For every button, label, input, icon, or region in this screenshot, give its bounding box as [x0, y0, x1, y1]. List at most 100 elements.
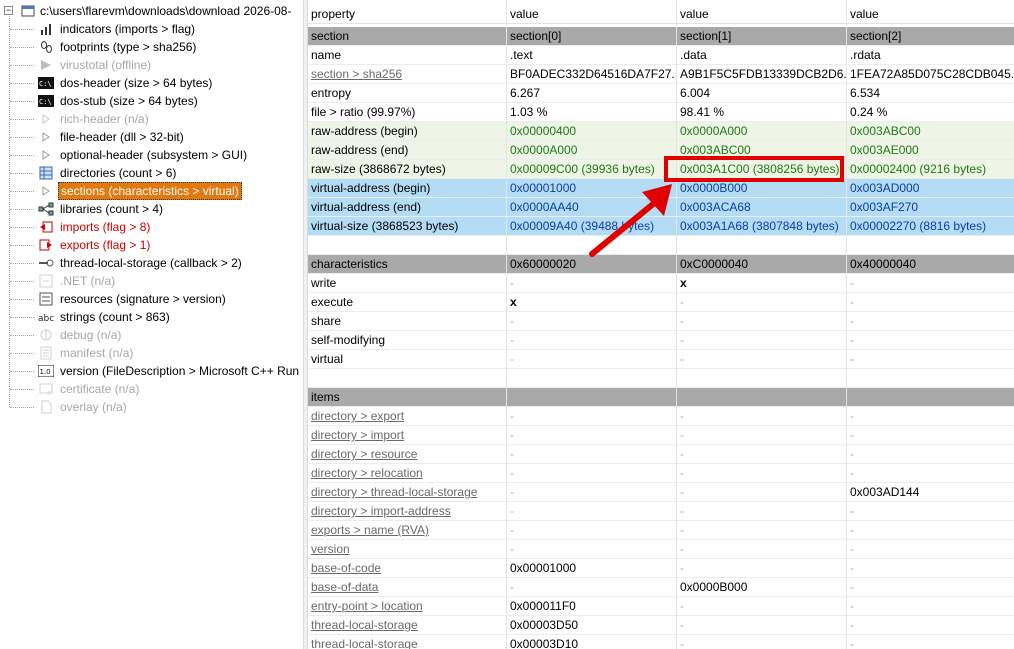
table-row[interactable]: directory > import-address - - - — [308, 502, 1014, 521]
tree-item[interactable]: debug (n/a) — [0, 326, 303, 344]
tree-item[interactable]: C:\ dos-header (size > 64 bytes) — [0, 74, 303, 92]
tree-item[interactable]: thread-local-storage (callback > 2) — [0, 254, 303, 272]
tree-item[interactable]: imports (flag > 8) — [0, 218, 303, 236]
property-cell[interactable]: directory > export — [308, 407, 506, 426]
table-row[interactable]: directory > thread-local-storage - -0x003A… — [308, 483, 1014, 502]
tree-item[interactable]: 1.0 version (FileDescription > Microsoft … — [0, 362, 303, 380]
table-row[interactable] — [308, 236, 1014, 255]
export-icon — [38, 237, 54, 253]
table-row[interactable]: share - - - — [308, 312, 1014, 331]
table-row[interactable]: virtual-address (end) 0x0000AA40 0x003ACA6… — [308, 198, 1014, 217]
table-row[interactable]: directory > resource - - - — [308, 445, 1014, 464]
tree-item[interactable]: virustotal (offline) — [0, 56, 303, 74]
tree-connector-line — [10, 65, 34, 66]
column-header[interactable]: value — [847, 5, 1014, 24]
table-row[interactable]: virtual-size (3868523 bytes) 0x00009A40 (… — [308, 217, 1014, 236]
tree-connector-line — [10, 353, 34, 354]
tree-item[interactable]: directories (count > 6) — [0, 164, 303, 182]
property-cell[interactable]: base-of-data — [308, 578, 506, 597]
tree-item[interactable]: exports (flag > 1) — [0, 236, 303, 254]
table-row[interactable]: raw-address (begin) 0x00000400 0x0000A000 0… — [308, 122, 1014, 141]
tree-root[interactable]: − c:\users\flarevm\downloads\download 20… — [0, 2, 303, 20]
tree-item[interactable]: certificate (n/a) — [0, 380, 303, 398]
tree-item-label: dos-stub (size > 64 bytes) — [60, 94, 198, 108]
property-cell[interactable]: directory > resource — [308, 445, 506, 464]
value-cell: - — [850, 523, 854, 537]
tree-item[interactable]: overlay (n/a) — [0, 398, 303, 416]
table-row[interactable]: directory > relocation - - - — [308, 464, 1014, 483]
tree-item-label: manifest (n/a) — [60, 346, 134, 360]
property-cell[interactable]: base-of-code — [308, 559, 506, 578]
table-row[interactable]: thread-local-storage 0x00003D50 - - — [308, 616, 1014, 635]
file-icon — [20, 3, 36, 19]
value-cell: - — [680, 466, 684, 480]
tree-item[interactable]: indicators (imports > flag) — [0, 20, 303, 38]
table-row[interactable]: raw-size (3868672 bytes) 0x00009C00 (3993… — [308, 160, 1014, 179]
tree-connector-line — [10, 389, 34, 390]
value-cell: - — [680, 409, 684, 423]
column-header[interactable]: value — [677, 5, 846, 24]
tree-item[interactable]: optional-header (subsystem > GUI) — [0, 146, 303, 164]
value-cell: 0x00001000 — [510, 181, 577, 195]
value-cell: - — [850, 276, 854, 290]
value-cell: - — [850, 637, 854, 649]
value-cell — [507, 369, 676, 388]
table-row[interactable]: exports > name (RVA) - - - — [308, 521, 1014, 540]
tree-item[interactable]: sections (characteristics > virtual) — [0, 182, 303, 200]
table-row[interactable]: raw-address (end) 0x0000A000 0x003ABC00 0x0… — [308, 141, 1014, 160]
properties-grid: property value value value section section[0]… — [308, 0, 1014, 649]
tree-item[interactable]: C:\ dos-stub (size > 64 bytes) — [0, 92, 303, 110]
tree-item[interactable]: manifest (n/a) — [0, 344, 303, 362]
property-cell[interactable]: directory > thread-local-storage — [308, 483, 506, 502]
property-cell[interactable]: directory > import — [308, 426, 506, 445]
table-row[interactable]: execute x - - — [308, 293, 1014, 312]
table-row[interactable]: base-of-code 0x00001000 - - — [308, 559, 1014, 578]
column-header[interactable]: value — [507, 5, 676, 24]
property-cell[interactable]: section > sha256 — [308, 65, 506, 84]
property-cell[interactable]: exports > name (RVA) — [308, 521, 506, 540]
tree-item-label: certificate (n/a) — [60, 382, 140, 396]
tree-item[interactable]: footprints (type > sha256) — [0, 38, 303, 56]
property-cell[interactable]: directory > import-address — [308, 502, 506, 521]
bar-chart-icon — [38, 21, 54, 37]
tree-item[interactable]: resources (signature > version) — [0, 290, 303, 308]
table-row[interactable]: section > sha256 BF0ADEC332D64516DA7F27..… — [308, 65, 1014, 84]
table-row[interactable]: virtual - - - — [308, 350, 1014, 369]
value-cell: 6.004 — [680, 86, 711, 100]
table-row[interactable]: self-modifying - - - — [308, 331, 1014, 350]
tree-connector-line — [10, 317, 34, 318]
property-cell: self-modifying — [311, 333, 386, 347]
property-cell[interactable]: entry-point > location — [308, 597, 506, 616]
table-row[interactable]: file > ratio (99.97%) 1.03 % 98.41 % 0.24 % — [308, 103, 1014, 122]
tree-item[interactable]: file-header (dll > 32-bit) — [0, 128, 303, 146]
property-cell[interactable]: directory > relocation — [308, 464, 506, 483]
table-row[interactable]: name .text .data .rdata — [308, 46, 1014, 65]
table-row[interactable]: thread-local-storage 0x00003D10 - - — [308, 635, 1014, 649]
value-cell: 0x40000040 — [850, 257, 917, 271]
value-cell: 0x003A1C00 (3808256 bytes) — [680, 162, 840, 176]
value-cell: - — [510, 352, 514, 366]
table-row[interactable]: directory > export - - - — [308, 407, 1014, 426]
value-cell — [677, 388, 846, 407]
table-row[interactable]: directory > import - - - — [308, 426, 1014, 445]
property-cell[interactable]: version — [308, 540, 506, 559]
table-row[interactable] — [308, 369, 1014, 388]
tree-item[interactable]: abc strings (count > 863) — [0, 308, 303, 326]
column-header[interactable]: property — [308, 5, 506, 24]
table-row[interactable]: entropy 6.267 6.004 6.534 — [308, 84, 1014, 103]
table-row[interactable]: virtual-address (begin) 0x00001000 0x0000B… — [308, 179, 1014, 198]
tree-item[interactable]: rich-header (n/a) — [0, 110, 303, 128]
tree-item[interactable]: libraries (count > 4) — [0, 200, 303, 218]
section-header-row[interactable]: section section[0] section[1] section[2] — [308, 27, 1014, 46]
section-header-row[interactable]: items — [308, 388, 1014, 407]
table-row[interactable]: write - x - — [308, 274, 1014, 293]
table-row[interactable]: version - - - — [308, 540, 1014, 559]
property-cell[interactable]: thread-local-storage — [308, 635, 506, 649]
tree-item[interactable]: .NET (n/a) — [0, 272, 303, 290]
section-header-row[interactable]: characteristics 0x60000020 0xC0000040 0x400… — [308, 255, 1014, 274]
table-row[interactable]: entry-point > location 0x000011F0 - - — [308, 597, 1014, 616]
property-cell[interactable]: thread-local-storage — [308, 616, 506, 635]
table-row[interactable]: base-of-data -0x0000B000- — [308, 578, 1014, 597]
resource-icon — [38, 291, 54, 307]
value-cell: 0.24 % — [850, 105, 888, 119]
